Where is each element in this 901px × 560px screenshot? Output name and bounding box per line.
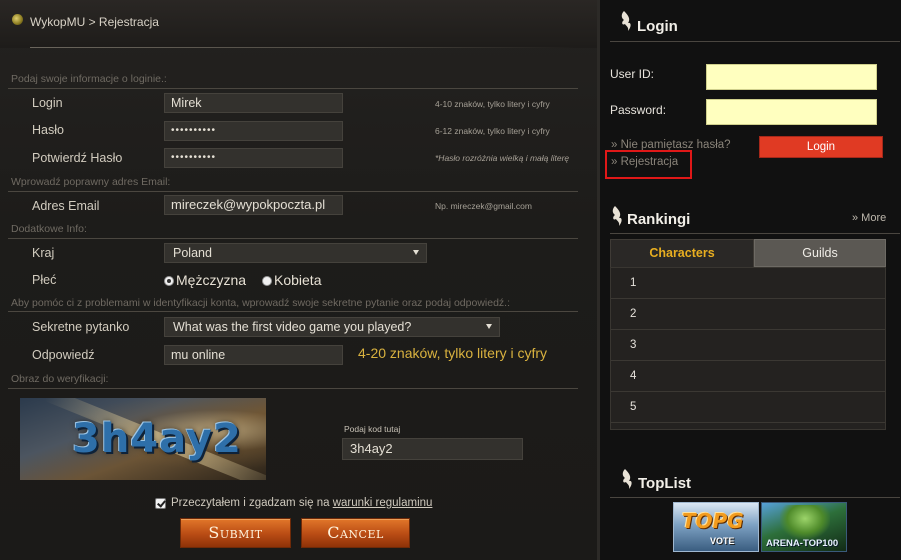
password-login-input[interactable] (706, 99, 877, 125)
email-input[interactable]: mireczek@wypokpoczta.pl (164, 195, 343, 215)
gender-radio-male[interactable] (164, 276, 174, 286)
section-secret-question: Aby pomóc ci z problemami w identyfikacj… (11, 297, 510, 309)
confirm-password-hint: *Hasło rozróżnia wielką i małą literę (435, 153, 570, 163)
secret-question-label: Sekretne pytanko (32, 320, 130, 334)
password-hint: 6-12 znaków, tylko litery i cyfry (435, 126, 550, 136)
rankings-header-divider (610, 233, 900, 234)
header-divider (30, 47, 575, 48)
chevron-down-icon (486, 324, 492, 329)
captcha-code-label: Podaj kod tutaj (344, 424, 401, 434)
captcha-code-input[interactable]: 3h4ay2 (342, 438, 523, 460)
login-hint: 4-10 znaków, tylko litery i cyfry (435, 99, 550, 109)
table-row[interactable]: 5 (611, 392, 885, 423)
cancel-button[interactable]: Cancel (301, 518, 410, 548)
answer-input[interactable]: mu online (164, 345, 343, 365)
toplist-title: TopList (638, 475, 692, 492)
login-input[interactable]: Mirek (164, 93, 343, 113)
tab-guilds[interactable]: Guilds (754, 239, 886, 267)
arena-banner-text: ARENA-TOP100 (766, 538, 839, 549)
toplist-banners: TOPG VOTE ARENA-TOP100 (673, 502, 847, 552)
country-select[interactable]: Poland (164, 243, 427, 263)
terms-prefix: Przeczytałem i zgadzam się na (171, 497, 330, 509)
terms-checkbox[interactable] (155, 498, 166, 509)
section-divider (8, 88, 578, 89)
gender-option-male[interactable]: Mężczyzna (176, 272, 246, 288)
section-divider (8, 238, 578, 239)
confirm-password-label: Potwierdź Hasło (32, 151, 123, 165)
section-divider (8, 191, 578, 192)
tab-characters[interactable]: Characters (610, 239, 754, 267)
email-hint: Np. mireczek@gmail.com (435, 201, 532, 211)
gender-option-female[interactable]: Kobieta (274, 272, 321, 288)
password-input[interactable]: •••••••••• (164, 121, 343, 141)
user-id-label: User ID: (610, 67, 655, 81)
rank-number: 3 (630, 339, 637, 351)
flame-icon (622, 469, 632, 489)
section-additional: Dodatkowe Info: (11, 223, 87, 235)
topg-vote-text: VOTE (710, 536, 735, 546)
topg-logo-text: TOPG (682, 509, 744, 533)
flame-icon (621, 11, 631, 31)
country-value: Poland (173, 246, 212, 260)
table-row[interactable]: 4 (611, 361, 885, 392)
arena-character-art (780, 505, 830, 539)
login-label: Login (32, 96, 63, 110)
terms-link[interactable]: warunki regulaminu (333, 497, 433, 509)
rankings-more-link[interactable]: » More (852, 212, 886, 224)
rankings-table: 1 2 3 4 5 (610, 267, 886, 430)
register-link-highlight (605, 150, 692, 179)
login-title: Login (637, 18, 678, 35)
section-login-info: Podaj swoje informacje o loginie.: (11, 73, 167, 85)
answer-label: Odpowiedź (32, 348, 95, 362)
user-id-input[interactable] (706, 64, 877, 90)
captcha-image: 3h4ay2 (20, 398, 266, 480)
section-divider (8, 388, 578, 389)
section-captcha: Obraz do weryfikacji: (11, 373, 109, 385)
rank-number: 1 (630, 277, 637, 289)
rank-number: 4 (630, 370, 637, 382)
table-row[interactable]: 1 (611, 268, 885, 299)
gender-radio-female[interactable] (262, 276, 272, 286)
chevron-down-icon (413, 250, 419, 255)
flame-icon (612, 206, 622, 226)
table-row[interactable]: 2 (611, 299, 885, 330)
gender-label: Płeć (32, 273, 57, 287)
secret-question-value: What was the first video game you played… (173, 320, 412, 334)
login-button[interactable]: Login (759, 136, 883, 158)
section-email: Wprowadź poprawny adres Email: (11, 176, 171, 188)
captcha-text: 3h4ay2 (72, 416, 242, 462)
password-login-label: Password: (610, 103, 667, 117)
rankings-title: Rankingi (627, 211, 691, 228)
rank-number: 5 (630, 401, 637, 413)
topg-vote-banner[interactable]: TOPG VOTE (673, 502, 759, 552)
arena-top100-banner[interactable]: ARENA-TOP100 (761, 502, 847, 552)
email-label: Adres Email (32, 199, 100, 213)
rankings-tabs: Characters Guilds (610, 239, 886, 267)
secret-question-select[interactable]: What was the first video game you played… (164, 317, 500, 337)
breadcrumb[interactable]: WykopMU > Rejestracja (30, 15, 159, 29)
rank-number: 2 (630, 308, 637, 320)
login-header-divider (610, 41, 900, 42)
password-label: Hasło (32, 123, 64, 137)
section-divider (8, 311, 578, 312)
terms-text: Przeczytałem i zgadzam się na warunki re… (171, 497, 432, 509)
country-label: Kraj (32, 246, 55, 260)
toplist-header-divider (610, 497, 900, 498)
mu-logo-icon (12, 14, 23, 25)
submit-button[interactable]: Submit (180, 518, 291, 548)
answer-hint: 4-20 znaków, tylko litery i cyfry (358, 345, 548, 361)
table-row[interactable]: 3 (611, 330, 885, 361)
confirm-password-input[interactable]: •••••••••• (164, 148, 343, 168)
